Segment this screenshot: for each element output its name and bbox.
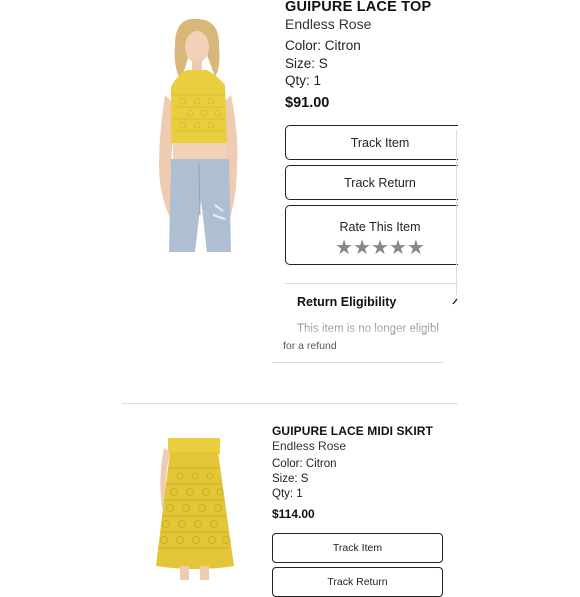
product-image-lace-skirt[interactable] — [150, 438, 240, 580]
order-item-1: GUIPURE LACE TOP Endless Rose Color: Cit… — [0, 0, 580, 400]
product-size: Size: S — [285, 56, 328, 71]
product-price: $114.00 — [272, 507, 315, 521]
divider — [272, 362, 444, 363]
track-item-button[interactable]: Track Item — [272, 533, 443, 563]
product-price: $91.00 — [285, 95, 330, 111]
panel-clip — [458, 0, 580, 330]
product-qty: Qty: 1 — [272, 488, 303, 500]
track-return-button[interactable]: Track Return — [272, 567, 443, 597]
product-brand: Endless Rose — [272, 439, 347, 453]
divider — [285, 283, 460, 284]
product-image-lace-top[interactable] — [145, 15, 255, 252]
panel-edge — [456, 130, 457, 295]
item-separator — [122, 403, 458, 404]
product-size: Size: S — [272, 473, 309, 485]
product-color: Color: Citron — [272, 458, 337, 470]
return-eligibility-text-cont: for a refund — [283, 340, 337, 352]
rate-item-label: Rate This Item — [339, 220, 421, 234]
product-brand: Endless Rose — [285, 16, 372, 32]
rating-stars-icon[interactable]: ★★★★★ — [286, 238, 474, 258]
rate-item-button[interactable]: Rate This Item ★★★★★ — [285, 205, 475, 265]
text-fade — [280, 318, 465, 332]
track-item-button[interactable]: Track Item — [285, 125, 475, 160]
product-color: Color: Citron — [285, 38, 361, 53]
product-qty: Qty: 1 — [285, 73, 322, 88]
return-eligibility-heading[interactable]: Return Eligibility — [297, 295, 396, 309]
track-return-button[interactable]: Track Return — [285, 165, 475, 200]
product-title[interactable]: GUIPURE LACE MIDI SKIRT — [272, 424, 433, 438]
product-title[interactable]: GUIPURE LACE TOP — [285, 0, 431, 15]
